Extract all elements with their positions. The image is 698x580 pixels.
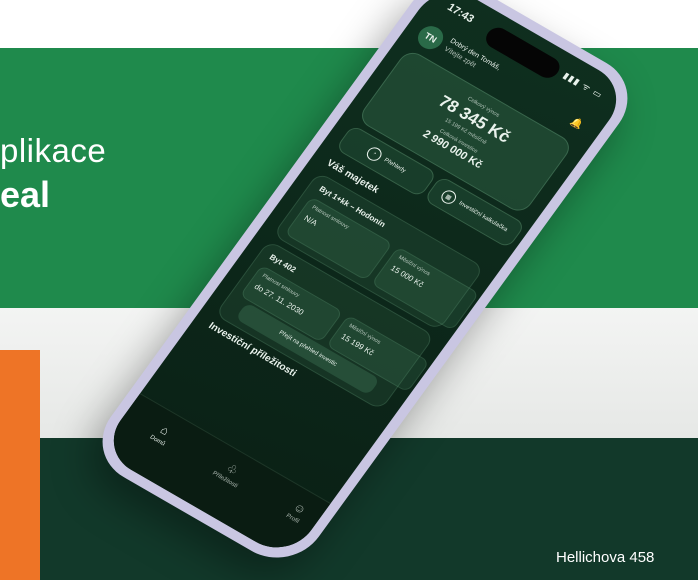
contract-value: N/A	[302, 213, 320, 228]
tab-home[interactable]: ⌂ Domů	[129, 410, 195, 459]
phone-frame: 17:43 ▮▮▮ ᯤ ▭ TN Dobrý den Tomáš, Vítejt…	[83, 0, 647, 575]
tab-profile[interactable]: ☺ Profil	[265, 488, 331, 537]
calculator-label: Investiční kalkulačka	[457, 200, 509, 234]
signal-wifi-battery-icon: ▮▮▮ ᯤ ▭	[561, 70, 605, 101]
contract-label: Platnost smlouvy	[310, 204, 351, 231]
phone-mockup: 17:43 ▮▮▮ ᯤ ▭ TN Dobrý den Tomáš, Vítejt…	[0, 0, 698, 580]
overview-label: Přehledy	[382, 157, 407, 175]
home-icon: ⌂	[157, 422, 173, 438]
bottom-tab-bar: ⌂ Domů ♧ Příležitosti ☺ Profil	[98, 393, 331, 561]
app-screen: 17:43 ▮▮▮ ᯤ ▭ TN Dobrý den Tomáš, Vítejt…	[98, 0, 632, 561]
bell-icon[interactable]: 🔔	[568, 116, 585, 131]
yield-box: Měsíční výnos 15 199 Kč	[326, 314, 430, 393]
pie-chart-icon: ◔	[363, 144, 385, 164]
tab-opportunities[interactable]: ♧ Příležitosti	[197, 449, 263, 498]
profile-icon: ☺	[290, 499, 310, 518]
calculator-icon: ▦	[438, 187, 459, 207]
avatar[interactable]: TN	[413, 21, 449, 54]
status-time: 17:43	[444, 1, 477, 26]
